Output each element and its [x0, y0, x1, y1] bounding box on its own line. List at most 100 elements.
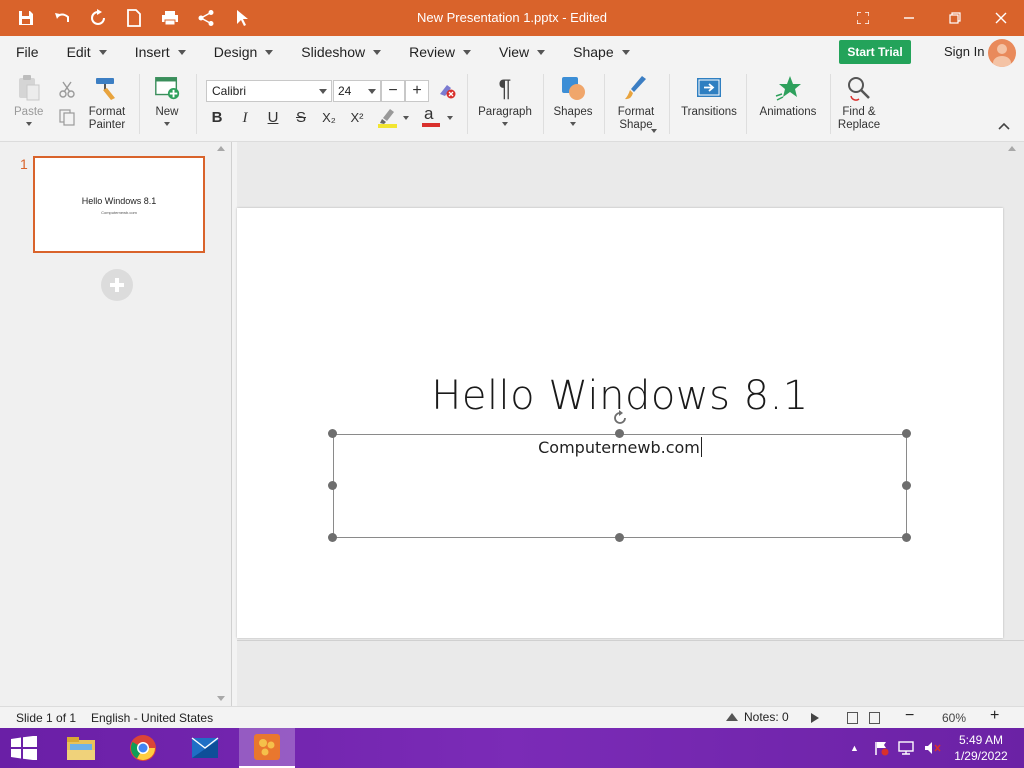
share-button[interactable] — [188, 0, 224, 36]
language-indicator[interactable]: English - United States — [91, 711, 213, 725]
print-button[interactable] — [152, 0, 188, 36]
copy-button[interactable] — [58, 108, 76, 129]
slide-thumbnail[interactable]: Hello Windows 8.1 Computernewb.com — [33, 156, 205, 253]
add-slide-button[interactable] — [101, 269, 133, 301]
chevron-down-icon[interactable] — [447, 116, 453, 120]
italic-button[interactable]: I — [234, 108, 256, 128]
menu-file-label: File — [16, 44, 39, 60]
paste-button[interactable]: Paste — [14, 74, 43, 126]
decrease-font-button[interactable]: − — [381, 80, 405, 102]
find-replace-button[interactable]: Find & Replace — [836, 74, 882, 132]
format-painter-button[interactable]: Format Painter — [86, 74, 128, 132]
office-app-icon — [254, 734, 280, 760]
resize-handle-nw[interactable] — [328, 429, 337, 438]
avatar[interactable] — [988, 39, 1016, 67]
transitions-button[interactable]: Transitions — [680, 74, 738, 119]
file-explorer-taskbar[interactable] — [55, 728, 107, 768]
close-button[interactable] — [978, 0, 1024, 36]
outline-view-icon[interactable] — [869, 712, 880, 724]
notes-area[interactable] — [237, 640, 1024, 706]
undo-icon — [55, 13, 69, 22]
chevron-down-icon[interactable] — [651, 129, 657, 133]
office-taskbar[interactable] — [239, 728, 295, 768]
increase-font-button[interactable]: + — [405, 80, 429, 102]
start-trial-button[interactable]: Start Trial — [839, 40, 911, 64]
resize-handle-w[interactable] — [328, 481, 337, 490]
menu-file[interactable]: File — [0, 36, 51, 68]
subscript-button[interactable]: X₂ — [318, 108, 340, 128]
font-color-icon: a — [422, 104, 440, 127]
font-name-select[interactable]: Calibri — [206, 80, 332, 102]
clear-format-button[interactable] — [437, 82, 457, 103]
notes-count: Notes: 0 — [744, 710, 789, 724]
cut-button[interactable] — [58, 80, 76, 101]
animations-button[interactable]: Animations — [756, 74, 820, 119]
redo-icon — [91, 9, 105, 25]
chevron-up-icon[interactable]: ▲ — [850, 743, 859, 753]
menu-review-label: Review — [409, 44, 456, 60]
resize-handle-se[interactable] — [902, 533, 911, 542]
resize-handle-sw[interactable] — [328, 533, 337, 542]
rotate-icon — [614, 410, 626, 424]
text-cursor — [700, 437, 702, 457]
rotate-handle[interactable] — [612, 410, 628, 426]
network-icon[interactable] — [897, 740, 915, 756]
zoom-in-button[interactable]: + — [990, 707, 999, 725]
shapes-button[interactable]: Shapes — [551, 74, 595, 126]
flag-icon[interactable] — [873, 740, 889, 756]
new-slide-button[interactable]: New — [148, 74, 186, 126]
menu-design[interactable]: Design — [198, 36, 286, 68]
paragraph-button[interactable]: ¶ Paragraph — [476, 74, 534, 126]
menu-slideshow[interactable]: Slideshow — [285, 36, 393, 68]
play-icon[interactable] — [811, 713, 819, 723]
resize-handle-n[interactable] — [615, 429, 624, 438]
minimize-button[interactable] — [886, 0, 932, 36]
strikethrough-button[interactable]: S — [290, 108, 312, 128]
chevron-down-icon[interactable] — [403, 116, 409, 120]
start-button[interactable] — [10, 735, 38, 761]
menu-insert[interactable]: Insert — [119, 36, 198, 68]
undo-button[interactable] — [44, 0, 80, 36]
format-shape-button[interactable]: Format Shape — [612, 74, 660, 132]
normal-view-icon[interactable] — [847, 712, 858, 724]
font-size-value: 24 — [338, 84, 352, 98]
superscript-button[interactable]: X² — [346, 108, 368, 128]
resize-handle-s[interactable] — [615, 533, 624, 542]
highlight-button[interactable] — [377, 106, 399, 131]
bold-button[interactable]: B — [206, 108, 228, 128]
sign-in-link[interactable]: Sign In — [944, 44, 984, 59]
font-color-button[interactable]: a — [421, 104, 441, 131]
menu-shape[interactable]: Shape — [557, 36, 641, 68]
new-file-button[interactable] — [116, 0, 152, 36]
redo-button[interactable] — [80, 0, 116, 36]
volume-muted-icon[interactable] — [923, 740, 941, 756]
cursor-button[interactable] — [224, 0, 260, 36]
collapse-ribbon-button[interactable] — [998, 118, 1010, 133]
menu-edit[interactable]: Edit — [51, 36, 119, 68]
scroll-up-arrow[interactable] — [217, 146, 225, 151]
scroll-down-arrow[interactable] — [217, 696, 225, 701]
zoom-level[interactable]: 60% — [942, 711, 966, 725]
underline-button[interactable]: U — [262, 108, 284, 128]
menu-insert-label: Insert — [134, 44, 170, 60]
ribbon-divider — [139, 74, 140, 134]
zoom-out-button[interactable]: − — [905, 707, 914, 725]
chrome-taskbar[interactable] — [117, 728, 169, 768]
clock[interactable]: 5:49 AM 1/29/2022 — [950, 732, 1012, 764]
menu-review[interactable]: Review — [393, 36, 483, 68]
font-size-select[interactable]: 24 — [333, 80, 381, 102]
paste-label: Paste — [14, 106, 44, 118]
chevron-down-icon — [164, 122, 170, 126]
resize-handle-e[interactable] — [902, 481, 911, 490]
restore-button[interactable] — [932, 0, 978, 36]
notes-toggle[interactable]: Notes: 0 — [726, 710, 789, 724]
subtitle-text[interactable]: Computernewb.com — [333, 437, 907, 457]
resize-handle-ne[interactable] — [902, 429, 911, 438]
scroll-up-arrow[interactable] — [1008, 146, 1016, 151]
fullscreen-button[interactable] — [840, 0, 886, 36]
format-shape-label: Format Shape — [618, 106, 654, 132]
mail-taskbar[interactable] — [179, 728, 231, 768]
windows-logo-icon — [11, 735, 37, 761]
save-button[interactable] — [8, 0, 44, 36]
menu-view[interactable]: View — [483, 36, 557, 68]
